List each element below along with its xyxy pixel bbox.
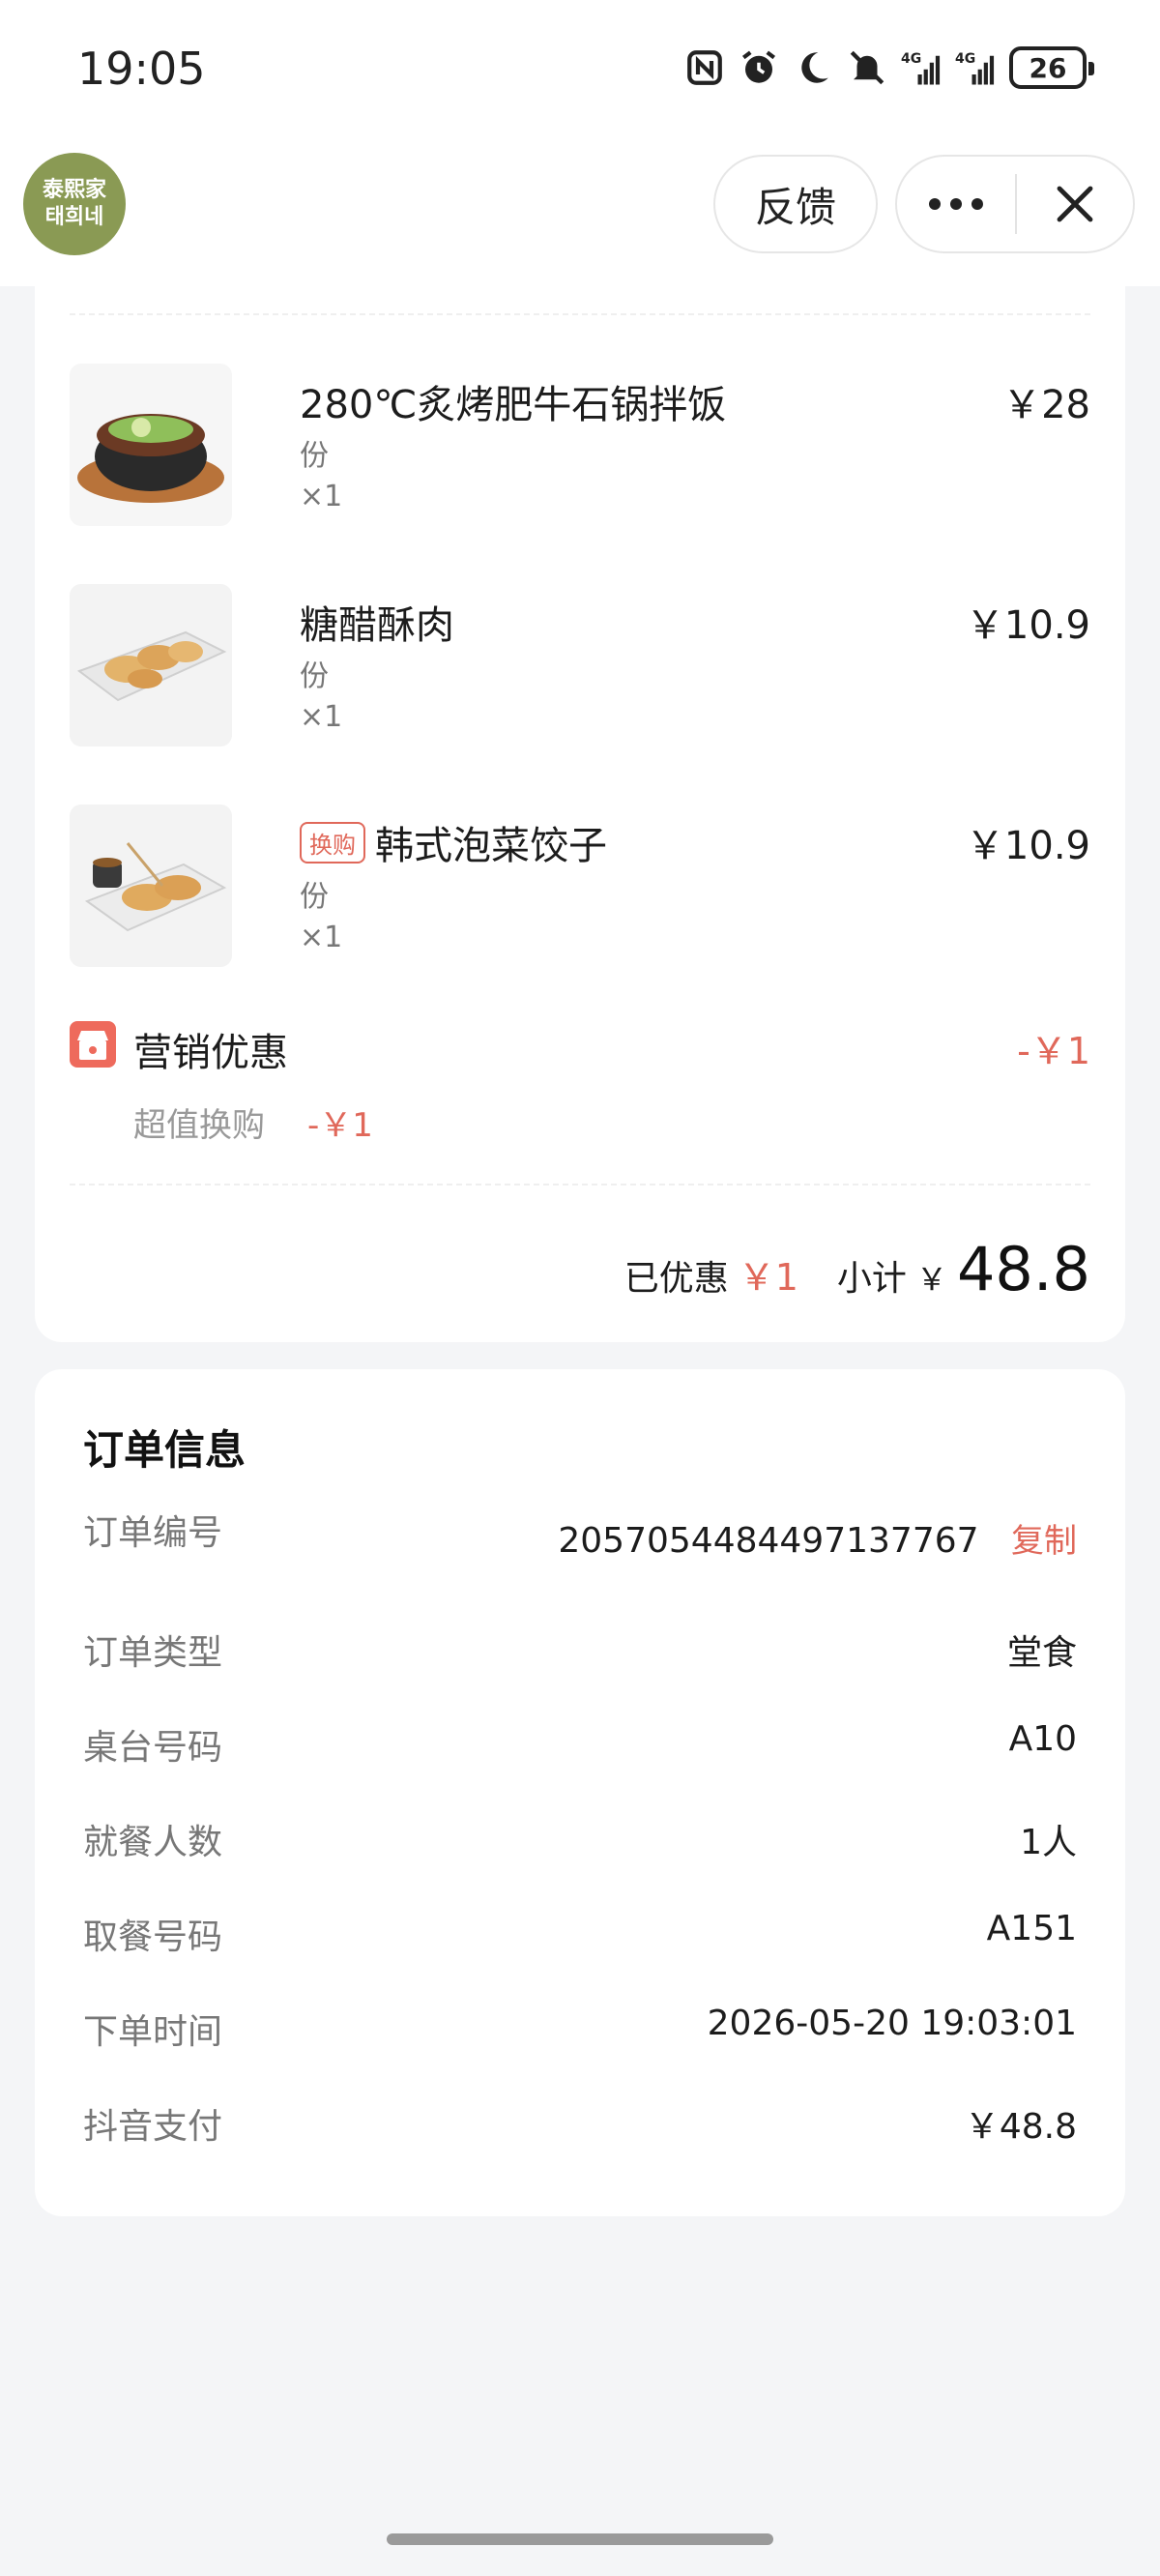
logo-text-cn: 泰熙家 (42, 178, 106, 202)
item-price: ￥28 (1002, 383, 1090, 427)
promo-title: 营销优惠 (133, 1031, 288, 1075)
more-dot-icon (929, 198, 941, 210)
close-button[interactable] (1017, 157, 1133, 251)
item-unit: 份 (300, 659, 329, 693)
status-time: 19:05 (77, 43, 206, 95)
order-time-value: 2026-05-20 19:03:01 (707, 2004, 1077, 2043)
item-unit: 份 (300, 880, 329, 914)
order-type-label: 订单类型 (83, 1633, 223, 1673)
nfc-icon (687, 50, 722, 85)
order-type-row: 订单类型 堂食 (83, 1625, 1077, 1683)
promo-sub-label: 超值换购 (133, 1106, 265, 1145)
mini-app-capsule (895, 155, 1135, 253)
app-header: 泰熙家 태희네 反馈 (0, 145, 1160, 286)
order-time-label: 下单时间 (83, 2012, 223, 2052)
table-number-row: 桌台号码 A10 (83, 1719, 1077, 1777)
order-number-value-group: 2057054484497137767 复制 (558, 1514, 1077, 1562)
status-icons: 4G 4G 26 (684, 46, 1094, 89)
alarm-icon (741, 50, 776, 83)
more-dot-icon (972, 198, 983, 210)
summary-divider (70, 1184, 1090, 1186)
top-divider (70, 313, 1090, 315)
item-quantity: ×1 (300, 480, 343, 513)
pickup-number-label: 取餐号码 (83, 1917, 223, 1957)
more-button[interactable] (897, 157, 1015, 251)
item-price: ￥10.9 (965, 824, 1090, 868)
more-dot-icon (950, 198, 962, 210)
moon-icon (801, 52, 828, 83)
subtotal-value: 48.8 (956, 1234, 1090, 1304)
signal-4g-icon: 4G (901, 51, 941, 85)
mute-bell-icon (850, 50, 884, 85)
order-number-value: 2057054484497137767 (558, 1521, 979, 1561)
payment-label: 抖音支付 (83, 2107, 223, 2147)
sweet-sour-pork-image (70, 584, 232, 746)
order-number-row: 订单编号 2057054484497137767 复制 (83, 1505, 1077, 1563)
order-time-row: 下单时间 2026-05-20 19:03:01 (83, 2004, 1077, 2062)
home-indicator[interactable] (387, 2533, 773, 2545)
payment-row: 抖音支付 ￥48.8 (83, 2098, 1077, 2156)
diners-label: 就餐人数 (83, 1823, 223, 1862)
discount-value: ￥1 (738, 1256, 798, 1299)
order-item[interactable]: 糖醋酥肉 份 ×1 ￥10.9 (70, 584, 1090, 758)
brand-logo[interactable]: 泰熙家 태희네 (23, 153, 126, 255)
diners-row: 就餐人数 1人 (83, 1814, 1077, 1872)
item-quantity: ×1 (300, 700, 343, 734)
pickup-number-row: 取餐号码 A151 (83, 1909, 1077, 1967)
signal-4g-icon-2: 4G (955, 51, 995, 85)
promo-store-icon (70, 1021, 116, 1068)
order-item[interactable]: 280℃炙烤肥牛石锅拌饭 份 ×1 ￥28 (70, 364, 1090, 538)
close-icon (1057, 186, 1093, 222)
order-info-card: 订单信息 订单编号 2057054484497137767 复制 订单类型 堂食… (35, 1369, 1125, 2216)
pickup-number-value: A151 (986, 1909, 1077, 1948)
payment-value: ￥48.8 (964, 2107, 1077, 2147)
item-name: 换购 韩式泡菜饺子 (300, 814, 607, 870)
item-unit: 份 (300, 439, 329, 473)
logo-text-kr: 태희네 (44, 205, 104, 229)
subtotal-label: 小计 (836, 1259, 907, 1299)
item-price: ￥10.9 (965, 603, 1090, 648)
currency-symbol: ￥ (915, 1261, 947, 1298)
copy-button[interactable]: 复制 (1011, 1522, 1077, 1561)
bibimbap-image (70, 364, 232, 526)
kimchi-dumpling-image (70, 805, 232, 967)
discount-label: 已优惠 (624, 1259, 729, 1299)
svg-text:4G: 4G (901, 51, 921, 67)
battery-indicator: 26 (1009, 46, 1094, 89)
item-name: 280℃炙烤肥牛石锅拌饭 (300, 383, 727, 427)
order-item[interactable]: 换购 韩式泡菜饺子 份 ×1 ￥10.9 (70, 805, 1090, 979)
svg-text:4G: 4G (955, 51, 975, 67)
item-name: 糖醋酥肉 (300, 603, 454, 648)
promo-sub-amount: -￥1 (307, 1106, 373, 1145)
order-type-value: 堂食 (1006, 1633, 1077, 1673)
feedback-button[interactable]: 反馈 (713, 155, 878, 253)
order-items-card: 280℃炙烤肥牛石锅拌饭 份 ×1 ￥28 糖醋酥肉 份 ×1 ￥10.9 换购… (35, 286, 1125, 1342)
item-quantity: ×1 (300, 921, 343, 954)
table-number-label: 桌台号码 (83, 1728, 223, 1768)
promo-amount: -￥1 (1017, 1030, 1090, 1072)
order-summary: 已优惠 ￥1 小计 ￥ 48.8 (624, 1234, 1090, 1304)
order-info-title: 订单信息 (83, 1426, 246, 1474)
item-name-text: 韩式泡菜饺子 (375, 824, 607, 868)
diners-value: 1人 (1020, 1823, 1077, 1862)
order-number-label: 订单编号 (83, 1513, 223, 1553)
status-bar: 19:05 4G 4G 26 (0, 0, 1160, 145)
table-number-value: A10 (1008, 1719, 1077, 1759)
swap-purchase-tag: 换购 (300, 822, 365, 864)
